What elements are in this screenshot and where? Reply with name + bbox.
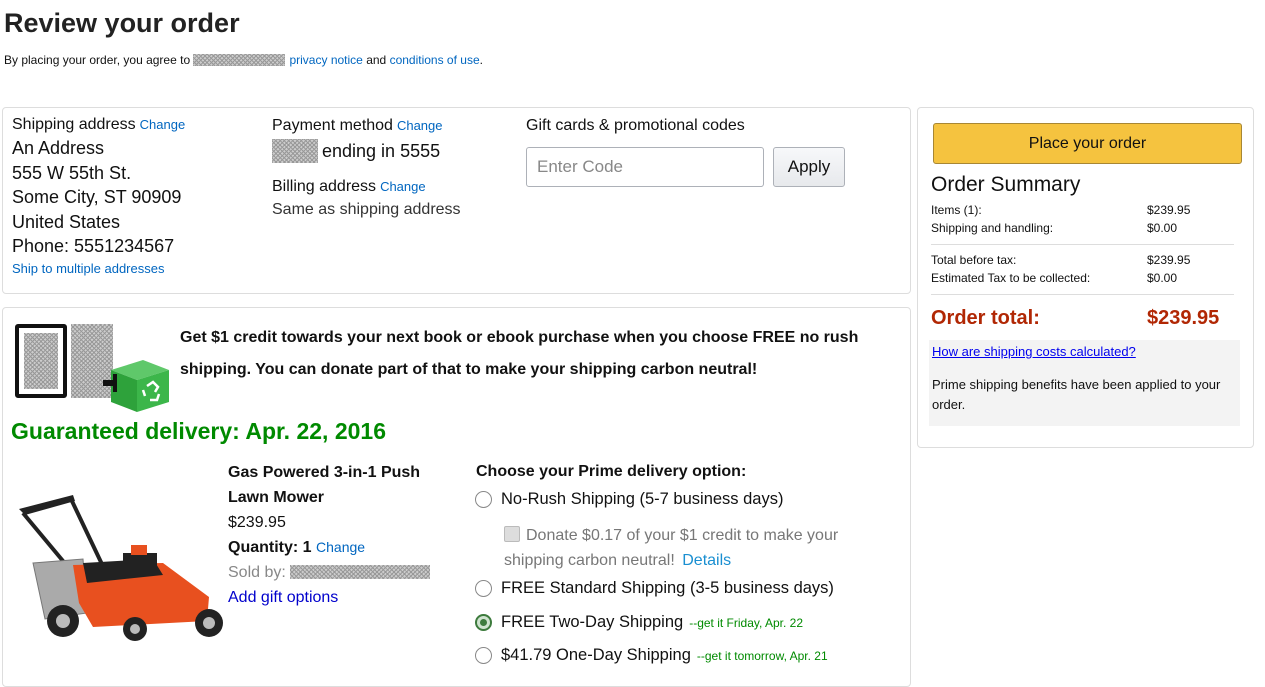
items-value: $239.95 [1147,203,1191,217]
page-title: Review your order [4,8,240,38]
gift-cards-label: Gift cards & promotional codes [526,117,745,134]
payment-change-link[interactable]: Change [397,118,443,133]
promo-code-input[interactable] [526,147,764,187]
shipping-address-label: Shipping address [12,116,136,133]
address-line-4: United States [12,211,121,232]
sold-by-row: Sold by: [228,560,448,585]
address-line-1: An Address [12,138,105,158]
order-total-row: Order total: $239.95 [931,307,1231,330]
option-standard[interactable]: FREE Standard Shipping (3-5 business day… [475,579,834,598]
summary-footer: How are shipping costs calculated? Prime… [929,340,1240,426]
option-two-day[interactable]: FREE Two-Day Shipping --get it Friday, A… [475,613,803,632]
quantity-value: 1 [302,539,312,556]
option-standard-label: FREE Standard Shipping (3-5 business day… [501,579,834,597]
ereader-screen [24,333,58,389]
radio-one-day[interactable] [475,647,492,664]
billing-address-label: Billing address [272,178,377,195]
product-info: Gas Powered 3-in-1 Push Lawn Mower $239.… [228,460,448,610]
donate-option: Donate $0.17 of your $1 credit to make y… [504,523,874,573]
delivery-options-heading: Choose your Prime delivery option: [476,463,747,480]
radio-standard[interactable] [475,580,492,597]
order-total-value: $239.95 [1147,307,1220,329]
radio-two-day[interactable] [475,614,492,631]
redacted-store-name [193,54,286,66]
shipping-handling-value: $0.00 [1147,221,1178,235]
ship-to-multiple-link[interactable]: Ship to multiple addresses [12,261,185,276]
billing-change-link[interactable]: Change [380,179,426,194]
address-line-3: Some City, ST 90909 [12,187,182,207]
option-one-day-label: $41.79 One-Day Shipping [501,646,691,664]
agreement-text: By placing your order, you agree to priv… [4,53,483,67]
radio-no-rush[interactable] [475,491,492,508]
kindle-box-graphic [15,322,180,414]
privacy-notice-link[interactable]: privacy notice [289,53,362,67]
option-two-day-label: FREE Two-Day Shipping [501,613,684,631]
items-label: Items (1): [931,203,982,217]
summary-before-tax-row: Total before tax: $239.95 [931,253,1231,267]
option-one-day[interactable]: $41.79 One-Day Shipping --get it tomorro… [475,646,828,665]
billing-address-value: Same as shipping address [272,201,461,218]
quantity-label: Quantity: [228,539,299,556]
order-summary-title: Order Summary [931,173,1081,196]
payment-method-label: Payment method [272,117,393,134]
summary-tax-row: Estimated Tax to be collected: $0.00 [931,271,1231,285]
option-one-day-note: --get it tomorrow, Apr. 21 [696,648,828,663]
donate-checkbox[interactable] [504,526,520,542]
order-summary-box: Place your order Order Summary Items (1)… [917,107,1254,448]
add-gift-options-link[interactable]: Add gift options [228,585,448,610]
product-name: Gas Powered 3-in-1 Push Lawn Mower [228,464,421,506]
option-two-day-note: --get it Friday, Apr. 22 [689,615,804,630]
option-no-rush[interactable]: No-Rush Shipping (5-7 business days) [475,490,783,509]
donate-text: Donate $0.17 of your $1 credit to make y… [504,527,839,569]
prime-benefits-note: Prime shipping benefits have been applie… [932,377,1221,412]
summary-shipping-row: Shipping and handling: $0.00 [931,221,1231,235]
tax-label: Estimated Tax to be collected: [931,271,1091,285]
ereader-icon [15,324,67,398]
agreement-prefix: By placing your order, you agree to [4,53,191,67]
donate-details-link[interactable]: Details [682,552,731,569]
shipment-box: Get $1 credit towards your next book or … [2,307,911,687]
summary-divider [931,244,1234,245]
redacted-seller [290,565,431,579]
shipping-costs-link[interactable]: How are shipping costs calculated? [932,344,1136,359]
conditions-of-use-link[interactable]: conditions of use [390,53,480,67]
quantity-change-link[interactable]: Change [316,539,365,555]
shipping-change-link[interactable]: Change [140,117,186,132]
order-details-box: Shipping address Change An Address 555 W … [2,107,911,294]
order-total-label: Order total: [931,307,1040,329]
before-tax-label: Total before tax: [931,253,1017,267]
shipping-address-section: Shipping address Change An Address 555 W … [12,116,185,276]
and-text: and [366,53,387,67]
recycle-box-icon [103,360,169,412]
product-price: $239.95 [228,514,286,531]
period-text: . [479,53,483,67]
payment-section: Payment method Change ending in 5555 Bill… [272,117,461,219]
guaranteed-delivery-heading: Guaranteed delivery: Apr. 22, 2016 [11,418,386,444]
option-no-rush-label: No-Rush Shipping (5-7 business days) [501,490,784,508]
card-logo-redacted [272,139,318,163]
shipping-handling-label: Shipping and handling: [931,221,1054,235]
lawn-mower-image [19,495,223,641]
address-line-2: 555 W 55th St. [12,162,132,183]
address-phone: Phone: 5551234567 [12,236,175,256]
sold-by-label: Sold by: [228,564,286,581]
place-order-button[interactable]: Place your order [933,123,1242,164]
quantity-row: Quantity: 1 Change [228,535,448,560]
before-tax-value: $239.95 [1147,253,1191,267]
summary-items-row: Items (1): $239.95 [931,203,1231,217]
credit-promo-text: Get $1 credit towards your next book or … [180,329,859,378]
apply-button[interactable]: Apply [773,147,845,187]
card-ending-text: ending in 5555 [322,140,441,161]
tax-value: $0.00 [1147,271,1178,285]
summary-divider [931,294,1234,295]
